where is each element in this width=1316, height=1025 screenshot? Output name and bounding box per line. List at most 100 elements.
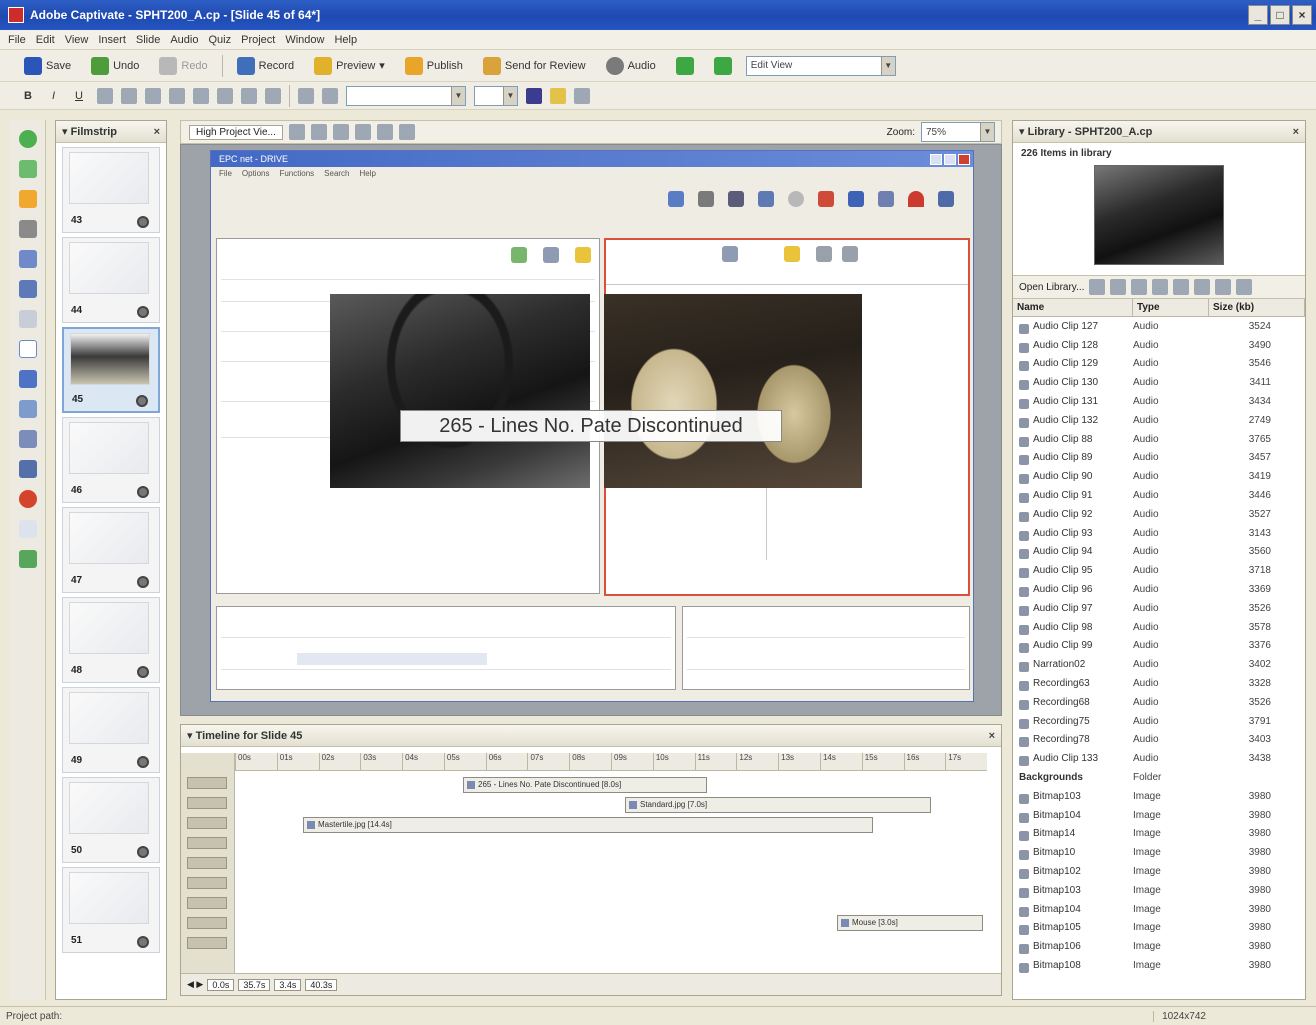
open-library-button[interactable]: Open Library... <box>1019 282 1084 293</box>
indent-icon[interactable] <box>192 87 209 104</box>
properties-icon[interactable] <box>1152 279 1169 295</box>
library-item[interactable]: Bitmap104 Image 3980 <box>1013 900 1305 919</box>
chevron-down-icon[interactable]: ▾ <box>1019 125 1028 138</box>
menu-insert[interactable]: Insert <box>98 34 126 46</box>
zoom-area-icon[interactable] <box>18 250 37 268</box>
layer-toggle[interactable] <box>187 897 227 909</box>
slide-thumbnail[interactable]: 51 <box>62 867 160 953</box>
widget-icon[interactable] <box>18 520 37 538</box>
image-icon[interactable] <box>18 400 37 418</box>
slide-caption[interactable]: 265 - Lines No. Pate Discontinued <box>400 410 782 442</box>
text-color-icon[interactable] <box>525 87 542 104</box>
library-item[interactable]: Audio Clip 94 Audio 3560 <box>1013 543 1305 562</box>
font-select[interactable]: ▼ <box>345 85 466 106</box>
justify-icon[interactable] <box>168 87 185 104</box>
library-item[interactable]: Bitmap105 Image 3980 <box>1013 919 1305 938</box>
question-icon[interactable] <box>18 550 37 568</box>
chevron-down-icon[interactable]: ▾ <box>187 729 196 742</box>
forward-button[interactable] <box>708 54 738 78</box>
timeline-bar-mouse[interactable]: Mouse [3.0s] <box>837 915 983 931</box>
highlight-icon[interactable] <box>549 87 566 104</box>
outdent-icon[interactable] <box>216 87 233 104</box>
underline-button[interactable]: U <box>69 87 89 105</box>
audio-button[interactable]: Audio <box>600 54 662 78</box>
library-item[interactable]: Audio Clip 88 Audio 3765 <box>1013 430 1305 449</box>
library-item[interactable]: Audio Clip 98 Audio 3578 <box>1013 618 1305 637</box>
menu-quiz[interactable]: Quiz <box>208 34 231 46</box>
library-item[interactable]: Bitmap103 Image 3980 <box>1013 787 1305 806</box>
library-item[interactable]: Audio Clip 131 Audio 3434 <box>1013 392 1305 411</box>
slide-thumbnail[interactable]: 43 <box>62 147 160 233</box>
slide-thumbnail[interactable]: 50 <box>62 777 160 863</box>
minimize-button[interactable]: _ <box>1248 5 1268 25</box>
library-item[interactable]: Audio Clip 90 Audio 3419 <box>1013 467 1305 486</box>
usage-icon[interactable] <box>1173 279 1190 295</box>
redo-button[interactable]: Redo <box>153 54 213 78</box>
library-item[interactable]: Audio Clip 132 Audio 2749 <box>1013 411 1305 430</box>
bold-button[interactable]: B <box>18 87 38 105</box>
library-item[interactable]: Recording63 Audio 3328 <box>1013 674 1305 693</box>
layer-toggle[interactable] <box>187 857 227 869</box>
library-item[interactable]: Audio Clip 92 Audio 3527 <box>1013 505 1305 524</box>
slide-thumbnail-selected[interactable]: 45 <box>62 327 160 413</box>
library-item[interactable]: Audio Clip 91 Audio 3446 <box>1013 486 1305 505</box>
dashboard-photo[interactable] <box>330 294 590 488</box>
library-item[interactable]: Bitmap14 Image 3980 <box>1013 825 1305 844</box>
export-icon[interactable] <box>1110 279 1127 295</box>
library-item[interactable]: Audio Clip 127 Audio 3524 <box>1013 317 1305 336</box>
edit-icon[interactable] <box>1131 279 1148 295</box>
mouse-icon[interactable] <box>18 220 37 238</box>
cut-icon[interactable] <box>288 124 305 140</box>
align-center-icon[interactable] <box>120 87 137 104</box>
timeline-bar-standard[interactable]: Standard.jpg [7.0s] <box>625 797 931 813</box>
library-item[interactable]: Audio Clip 130 Audio 3411 <box>1013 373 1305 392</box>
layer-toggle[interactable] <box>187 837 227 849</box>
fill-icon[interactable] <box>573 87 590 104</box>
timeline-bar-mastertile[interactable]: Mastertile.jpg [14.4s] <box>303 817 873 833</box>
properties-icon[interactable] <box>376 124 393 140</box>
library-item[interactable]: Audio Clip 97 Audio 3526 <box>1013 599 1305 618</box>
chevron-down-icon[interactable]: ▾ <box>62 125 71 138</box>
library-item[interactable]: Bitmap10 Image 3980 <box>1013 843 1305 862</box>
highlight-box-icon[interactable] <box>18 190 37 208</box>
send-for-review-button[interactable]: Send for Review <box>477 54 592 78</box>
paste-icon[interactable] <box>332 124 349 140</box>
library-item[interactable]: Audio Clip 96 Audio 3369 <box>1013 580 1305 599</box>
view-select[interactable]: Edit View ▼ <box>745 55 896 76</box>
record-button[interactable]: Record <box>231 54 300 78</box>
rollover-caption-icon[interactable] <box>18 160 37 178</box>
menu-project[interactable]: Project <box>241 34 275 46</box>
save-button[interactable]: Save <box>18 54 77 78</box>
layer-toggle[interactable] <box>187 937 227 949</box>
shape-icon[interactable] <box>321 87 338 104</box>
timeline-ruler[interactable]: 00s 01s 02s 03s 04s 05s 06s 07s 08s 09s … <box>235 753 987 771</box>
library-item[interactable]: Audio Clip 93 Audio 3143 <box>1013 524 1305 543</box>
menu-file[interactable]: File <box>8 34 26 46</box>
bullets-icon[interactable] <box>240 87 257 104</box>
menu-slide[interactable]: Slide <box>136 34 160 46</box>
slide-thumbnail[interactable]: 44 <box>62 237 160 323</box>
close-icon[interactable]: × <box>989 730 995 742</box>
record-object-icon[interactable] <box>18 490 37 508</box>
delete-icon[interactable] <box>354 124 371 140</box>
select-unused-icon[interactable] <box>1215 279 1232 295</box>
close-icon[interactable]: × <box>1293 126 1299 138</box>
slidelet-icon[interactable] <box>18 460 37 478</box>
slide-thumbnail[interactable]: 49 <box>62 687 160 773</box>
library-item[interactable]: Audio Clip 129 Audio 3546 <box>1013 355 1305 374</box>
italic-button[interactable]: I <box>46 87 61 105</box>
line-icon[interactable] <box>297 87 314 104</box>
update-icon[interactable] <box>1194 279 1211 295</box>
copy-icon[interactable] <box>310 124 327 140</box>
back-button[interactable] <box>670 54 700 78</box>
library-item[interactable]: Audio Clip 133 Audio 3438 <box>1013 749 1305 768</box>
text-animation-icon[interactable] <box>18 370 37 388</box>
library-folder[interactable]: Backgrounds Folder <box>1013 768 1305 787</box>
library-item[interactable]: Bitmap104 Image 3980 <box>1013 806 1305 825</box>
preview-button[interactable]: Preview ▾ <box>308 54 391 78</box>
library-item[interactable]: Recording68 Audio 3526 <box>1013 693 1305 712</box>
library-item[interactable]: Bitmap102 Image 3980 <box>1013 862 1305 881</box>
layer-toggle[interactable] <box>187 917 227 929</box>
caption-icon[interactable] <box>18 130 37 148</box>
align-icon[interactable] <box>398 124 415 140</box>
